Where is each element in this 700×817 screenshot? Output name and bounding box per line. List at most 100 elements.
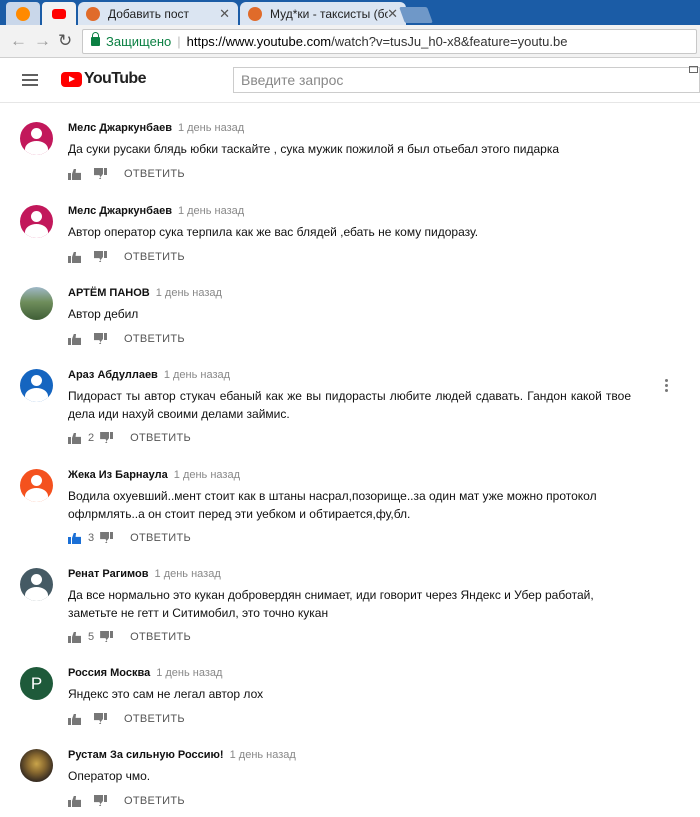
- address-toolbar: ← → ↻ Защищено | https://www.youtube.com…: [0, 25, 700, 58]
- comment-author[interactable]: Мелс Джаркунбаев: [68, 122, 172, 134]
- comment-meta: Ренат Рагимов 1 день назад: [68, 568, 221, 580]
- avatar[interactable]: [20, 122, 53, 155]
- comment-actions: ОТВЕТИТЬ: [68, 712, 185, 726]
- comment-text: Водила охуевший..мент стоит как в штаны …: [68, 489, 597, 521]
- youtube-favicon-icon: [52, 8, 66, 19]
- comment-actions: 2 ОТВЕТИТЬ: [68, 431, 191, 445]
- secure-label: Защищено: [106, 34, 172, 49]
- comment-actions: 3 ОТВЕТИТЬ: [68, 531, 191, 545]
- comment-author[interactable]: Ренат Рагимов: [68, 568, 149, 580]
- youtube-logo[interactable]: YouTube: [61, 70, 146, 88]
- tab-taxi[interactable]: Муд*ки - таксисты (бом ✕: [240, 2, 406, 25]
- thumbs-down-icon[interactable]: [94, 251, 108, 263]
- comment-actions: ОТВЕТИТЬ: [68, 250, 185, 264]
- avatar[interactable]: [20, 369, 53, 402]
- comment-author[interactable]: Жека Из Барнаула: [68, 469, 168, 481]
- tab-youtube[interactable]: [42, 2, 76, 25]
- comment-time[interactable]: 1 день назад: [230, 749, 296, 761]
- pikabu-favicon-icon: [248, 6, 262, 21]
- avatar[interactable]: [20, 749, 53, 782]
- avatar[interactable]: [20, 469, 53, 502]
- url-path: /watch?v=tusJu_h0-x8&feature=youtu.be: [331, 34, 568, 49]
- thumbs-up-icon[interactable]: [68, 432, 82, 444]
- comment-meta: Россия Москва 1 день назад: [68, 667, 222, 679]
- avatar[interactable]: [20, 205, 53, 238]
- comment-actions: ОТВЕТИТЬ: [68, 794, 185, 808]
- tab-add-post[interactable]: Добавить пост ✕: [78, 2, 238, 25]
- reply-button[interactable]: ОТВЕТИТЬ: [124, 333, 185, 345]
- close-icon[interactable]: ✕: [219, 6, 230, 22]
- thumbs-up-icon[interactable]: [68, 168, 82, 180]
- comment-meta: АРТЁМ ПАНОВ 1 день назад: [68, 287, 222, 299]
- thumbs-up-icon[interactable]: [68, 795, 82, 807]
- tab-title: Добавить пост: [108, 6, 190, 21]
- person-icon: [20, 369, 53, 402]
- pikabu-favicon-icon: [86, 6, 100, 21]
- comment-actions: ОТВЕТИТЬ: [68, 167, 185, 181]
- comment-text: Автор дебил: [68, 307, 139, 321]
- thumbs-down-icon[interactable]: [94, 713, 108, 725]
- youtube-header: YouTube Введите запрос: [0, 58, 700, 103]
- avatar[interactable]: [20, 287, 53, 320]
- more-actions-icon[interactable]: [665, 379, 669, 394]
- url-host: https://www.youtube.com: [186, 34, 332, 49]
- comment-time[interactable]: 1 день назад: [155, 568, 221, 580]
- new-tab-button[interactable]: [399, 7, 433, 23]
- comment-meta: Араз Абдуллаев 1 день назад: [68, 369, 230, 381]
- comment-author[interactable]: Араз Абдуллаев: [68, 369, 158, 381]
- comment-time[interactable]: 1 день назад: [156, 287, 222, 299]
- thumbs-down-icon[interactable]: [100, 532, 114, 544]
- comment-author[interactable]: АРТЁМ ПАНОВ: [68, 287, 150, 299]
- comment-author[interactable]: Россия Москва: [68, 667, 150, 679]
- comment-author[interactable]: Мелс Джаркунбаев: [68, 205, 172, 217]
- comment-time[interactable]: 1 день назад: [178, 122, 244, 134]
- comment-text: Автор оператор сука терпила как же вас б…: [68, 225, 479, 239]
- thumbs-up-icon[interactable]: [68, 333, 82, 345]
- url-bar[interactable]: Защищено | https://www.youtube.com/watch…: [82, 29, 697, 54]
- like-count: 3: [88, 532, 95, 544]
- comment-text: Пидораст ты автор стукач ебаный как же в…: [68, 389, 631, 421]
- thumbs-up-icon[interactable]: [68, 631, 82, 643]
- comment-time[interactable]: 1 день назад: [164, 369, 230, 381]
- person-icon: [20, 205, 53, 238]
- comment-time[interactable]: 1 день назад: [178, 205, 244, 217]
- reply-button[interactable]: ОТВЕТИТЬ: [130, 532, 191, 544]
- avatar[interactable]: Р: [20, 667, 53, 700]
- thumbs-down-icon[interactable]: [94, 168, 108, 180]
- avatar[interactable]: [20, 568, 53, 601]
- reply-button[interactable]: ОТВЕТИТЬ: [124, 795, 185, 807]
- comment-text: Яндекс это сам не легал автор лох: [68, 687, 264, 701]
- youtube-logo-text: YouTube: [84, 70, 146, 87]
- like-count: 5: [88, 631, 95, 643]
- hamburger-menu-icon[interactable]: [22, 74, 38, 86]
- comment-meta: Жека Из Барнаула 1 день назад: [68, 469, 240, 481]
- close-icon[interactable]: ✕: [387, 6, 398, 22]
- comment-time[interactable]: 1 день назад: [156, 667, 222, 679]
- url-separator: |: [177, 34, 181, 49]
- thumbs-up-icon[interactable]: [68, 251, 82, 263]
- reply-button[interactable]: ОТВЕТИТЬ: [124, 251, 185, 263]
- reply-button[interactable]: ОТВЕТИТЬ: [124, 713, 185, 725]
- reply-button[interactable]: ОТВЕТИТЬ: [130, 432, 191, 444]
- search-input[interactable]: Введите запрос: [233, 67, 700, 93]
- tab-music[interactable]: [6, 2, 40, 25]
- comment-meta: Мелс Джаркунбаев 1 день назад: [68, 205, 244, 217]
- reply-button[interactable]: ОТВЕТИТЬ: [130, 631, 191, 643]
- thumbs-down-icon[interactable]: [100, 631, 114, 643]
- thumbs-down-icon[interactable]: [94, 333, 108, 345]
- browser-tabstrip: Добавить пост ✕ Муд*ки - таксисты (бом ✕: [0, 0, 700, 25]
- comment-time[interactable]: 1 день назад: [174, 469, 240, 481]
- person-icon: [20, 469, 53, 502]
- comment-author[interactable]: Рустам За сильную Россию!: [68, 749, 224, 761]
- thumbs-up-icon[interactable]: [68, 713, 82, 725]
- keyboard-icon[interactable]: [689, 66, 698, 73]
- youtube-play-icon: [61, 71, 82, 87]
- thumbs-up-icon[interactable]: [68, 532, 82, 544]
- comment-text: Да суки русаки блядь юбки таскайте , сук…: [68, 142, 560, 156]
- thumbs-down-icon[interactable]: [100, 432, 114, 444]
- back-arrow-icon[interactable]: ←: [10, 31, 27, 51]
- reply-button[interactable]: ОТВЕТИТЬ: [124, 168, 185, 180]
- reload-icon[interactable]: ↻: [58, 31, 72, 51]
- thumbs-down-icon[interactable]: [94, 795, 108, 807]
- forward-arrow-icon[interactable]: →: [34, 31, 51, 51]
